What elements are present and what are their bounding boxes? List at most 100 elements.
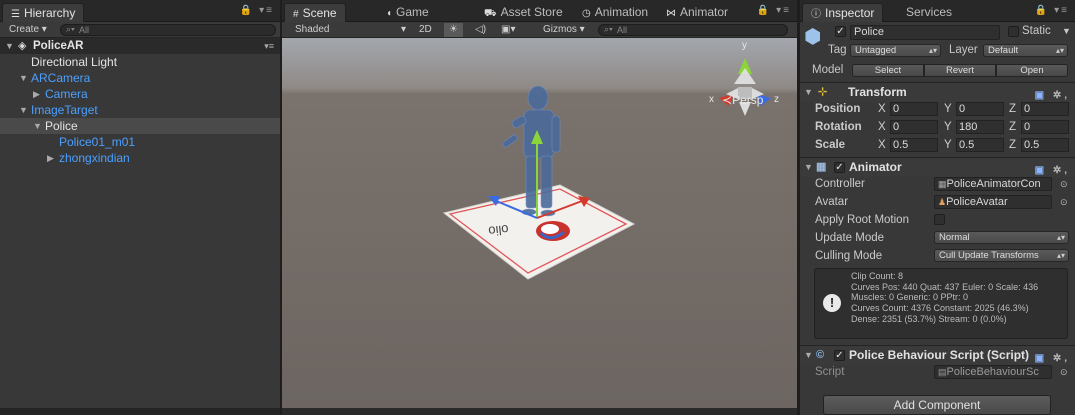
expand-arrow-icon[interactable]: ▼ <box>33 118 42 134</box>
tab-asset-store[interactable]: ⛟ Asset Store <box>476 3 571 22</box>
active-checkbox[interactable]: ✓ <box>835 26 846 37</box>
tag-dropdown[interactable]: Untagged ▴▾ <box>850 44 941 57</box>
shading-dropdown[interactable]: Shaded ▾ <box>290 23 408 37</box>
script-component-header[interactable]: ▼ © ✓ Police Behaviour Script (Script) ▣… <box>800 345 1075 365</box>
position-x-value: 0 <box>893 103 900 115</box>
scale-z-field[interactable]: 0.5 <box>1021 138 1069 152</box>
rotation-z-field[interactable]: 0 <box>1021 120 1069 134</box>
gizmo-z-label: z <box>774 94 779 105</box>
update-mode-label: Update Mode <box>815 232 885 244</box>
scene-search-input[interactable]: ⌕▾ All <box>598 24 788 36</box>
avatar-row: Avatar ♟PoliceAvatar ⊙ <box>800 193 1075 211</box>
hierarchy-item-police[interactable]: ▼ Police <box>0 118 280 134</box>
gameobject-cube-icon: ⬢ <box>804 26 822 48</box>
transform-header[interactable]: ▼ ⊹ Transform ▣ ✲, <box>800 82 1075 102</box>
projection-label: Persp <box>732 93 764 107</box>
tab-animation[interactable]: ◷ Animation <box>574 3 656 22</box>
expand-arrow-icon[interactable]: ▼ <box>19 102 28 118</box>
animator-icon: ⋈ <box>666 8 676 19</box>
model-select-button[interactable]: Select <box>852 64 924 77</box>
gizmo-x-label: x <box>709 94 714 105</box>
rotation-row: Rotation X 0 Y 180 Z 0 <box>800 118 1075 136</box>
projection-toggle[interactable]: ≺Persp <box>722 93 763 107</box>
lighting-toggle-icon[interactable]: ☀ <box>444 23 463 37</box>
scale-x-value: 0.5 <box>893 139 909 151</box>
update-mode-value: Normal <box>939 232 970 243</box>
tab-services[interactable]: Services <box>898 3 960 22</box>
animation-icon: ◷ <box>582 8 591 19</box>
culling-mode-dropdown[interactable]: Cull Update Transforms ▴▾ <box>934 249 1069 262</box>
unity-scene-icon: ◈ <box>18 40 27 52</box>
hierarchy-item-label: ARCamera <box>31 71 91 85</box>
update-mode-dropdown[interactable]: Normal ▴▾ <box>934 231 1069 244</box>
expand-arrow-icon[interactable]: ▼ <box>19 70 28 86</box>
object-picker-icon[interactable]: ⊙ <box>1060 175 1068 193</box>
animator-header[interactable]: ▼ ▦ ✓ Animator ▣ ✲, <box>800 157 1075 177</box>
controller-value: PoliceAnimatorCon <box>946 178 1041 190</box>
position-y-field[interactable]: 0 <box>956 102 1004 116</box>
avatar-field[interactable]: ♟PoliceAvatar <box>934 195 1052 209</box>
hierarchy-item-arcamera[interactable]: ▼ ARCamera <box>0 70 280 86</box>
object-picker-icon[interactable]: ⊙ <box>1060 193 1068 211</box>
static-checkbox[interactable] <box>1008 26 1019 37</box>
scene-root-row[interactable]: ▼ ◈ PoliceAR ▾≡ <box>0 38 280 54</box>
mode-2d-button[interactable]: 2D <box>414 23 437 37</box>
hierarchy-item-police01-m01[interactable]: Police01_m01 <box>0 134 280 150</box>
layer-dropdown[interactable]: Default ▴▾ <box>983 44 1068 57</box>
tab-scene[interactable]: # Scene <box>284 3 346 22</box>
animator-enabled-checkbox[interactable]: ✓ <box>834 162 845 173</box>
hierarchy-item-label: zhongxindian <box>59 151 130 165</box>
update-mode-row: Update Mode Normal ▴▾ <box>800 229 1075 247</box>
static-dropdown-icon[interactable]: ▼ <box>1062 26 1071 36</box>
object-picker-icon[interactable]: ⊙ <box>1060 363 1068 381</box>
tab-hierarchy[interactable]: ☰ Hierarchy <box>2 3 85 22</box>
scale-y-value: 0.5 <box>959 139 975 151</box>
collapse-arrow-icon[interactable]: ▼ <box>5 38 14 54</box>
hierarchy-item-imagetarget[interactable]: ▼ ImageTarget <box>0 102 280 118</box>
panel-menu-icon[interactable]: 🔒 ▾≡ <box>757 5 791 16</box>
hierarchy-item-directional-light[interactable]: Directional Light <box>0 54 280 70</box>
controller-field[interactable]: ▦PoliceAnimatorCon <box>934 177 1052 191</box>
hierarchy-item-zhongxindian[interactable]: ▶ zhongxindian <box>0 150 280 166</box>
position-x-field[interactable]: 0 <box>890 102 938 116</box>
tab-inspector[interactable]: ⓘ Inspector <box>802 3 884 22</box>
rotation-x-field[interactable]: 0 <box>890 120 938 134</box>
collapsed-arrow-icon[interactable]: ▶ <box>33 86 40 102</box>
apply-root-motion-checkbox[interactable] <box>934 214 945 225</box>
hierarchy-item-camera[interactable]: ▶ Camera <box>0 86 280 102</box>
script-value: PoliceBehaviourSc <box>946 366 1039 378</box>
object-name-field[interactable]: Police <box>850 25 1000 40</box>
tab-asset-store-label: Asset Store <box>500 5 563 19</box>
gizmos-dropdown[interactable]: Gizmos ▾ <box>538 23 590 37</box>
collapsed-arrow-icon[interactable]: ▶ <box>47 150 54 166</box>
scale-z-value: 0.5 <box>1024 139 1040 151</box>
position-z-field[interactable]: 0 <box>1021 102 1069 116</box>
dropdown-arrow-icon: ▴▾ <box>1056 251 1065 260</box>
create-button[interactable]: Create ▾ <box>4 23 52 37</box>
scene-viewport[interactable]: oilo y x z ≺Persp <box>282 38 797 408</box>
scene-menu-icon[interactable]: ▾≡ <box>264 38 274 54</box>
scene-bottom-strip <box>282 408 797 415</box>
panel-menu-icon[interactable]: 🔒 ▾≡ <box>1035 5 1069 16</box>
script-field: ▤PoliceBehaviourSc <box>934 365 1052 379</box>
panel-menu-icon[interactable]: 🔒 ▾≡ <box>240 5 274 16</box>
info-line: Clip Count: 8 <box>851 271 904 281</box>
hierarchy-search-input[interactable]: ⌕▾ All <box>60 24 276 36</box>
model-revert-button[interactable]: Revert <box>924 64 996 77</box>
x-axis-label: X <box>878 103 886 115</box>
rotation-y-field[interactable]: 180 <box>956 120 1004 134</box>
tab-game[interactable]: ◖ Game <box>378 3 437 22</box>
model-open-button[interactable]: Open <box>996 64 1068 77</box>
script-component: ▼ © ✓ Police Behaviour Script (Script) ▣… <box>800 345 1075 385</box>
script-row: Script ▤PoliceBehaviourSc ⊙ <box>800 363 1075 381</box>
script-enabled-checkbox[interactable]: ✓ <box>834 350 845 361</box>
layer-value: Default <box>988 45 1019 56</box>
audio-toggle-icon[interactable]: ◁) <box>470 23 491 37</box>
effects-dropdown-icon[interactable]: ▣▾ <box>496 23 520 37</box>
hierarchy-bottom-strip <box>0 408 280 415</box>
controller-asset-icon: ▦ <box>938 179 947 189</box>
add-component-button[interactable]: Add Component <box>823 395 1051 415</box>
tab-animator[interactable]: ⋈ Animator <box>658 3 736 22</box>
scale-y-field[interactable]: 0.5 <box>956 138 1004 152</box>
scale-x-field[interactable]: 0.5 <box>890 138 938 152</box>
